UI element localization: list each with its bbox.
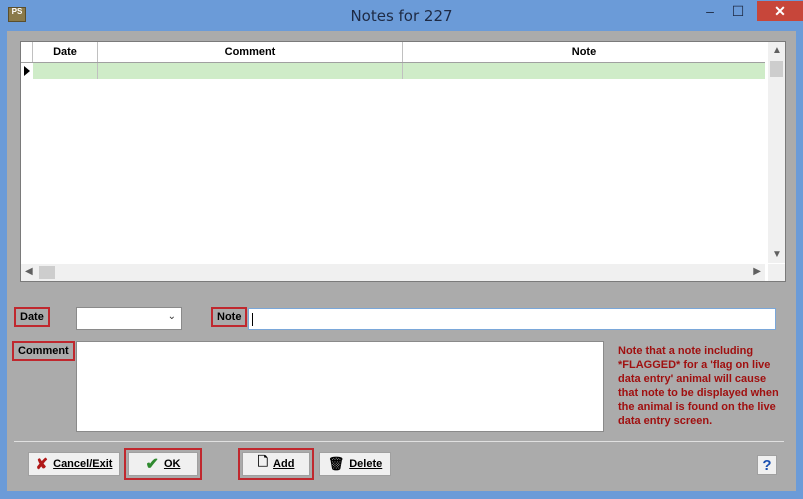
note-label: Note <box>211 307 248 327</box>
cell-note[interactable] <box>403 63 765 79</box>
cancel-x-icon: ✘ <box>35 456 49 473</box>
column-header-comment[interactable]: Comment <box>98 42 403 62</box>
horizontal-scrollbar[interactable]: ◀ ▶ <box>21 264 765 281</box>
cancel-exit-button[interactable]: ✘ Cancel/Exit <box>28 452 120 476</box>
notes-window: PS Notes for 227 – ☐ ✕ Date Comment Note… <box>0 0 803 499</box>
vertical-scroll-thumb[interactable] <box>770 61 783 77</box>
row-indicator-header <box>21 42 33 62</box>
horizontal-scroll-thumb[interactable] <box>39 266 55 279</box>
help-button[interactable]: ? <box>757 455 777 475</box>
ok-label: OK <box>163 458 181 470</box>
client-area: Date Comment Note ▲ ▼ ◀ ▶ Date ⌄ Note Co… <box>7 31 796 491</box>
comment-label: Comment <box>12 341 75 361</box>
flagged-note-warning: Note that a note including *FLAGGED* for… <box>618 345 779 427</box>
row-pointer-icon <box>24 66 30 76</box>
delete-label: Delete <box>349 458 383 470</box>
delete-button[interactable]: 🗑 Delete <box>319 452 391 476</box>
text-caret <box>252 313 253 326</box>
note-field[interactable] <box>248 308 776 330</box>
minimize-button[interactable]: – <box>696 1 724 21</box>
chevron-down-icon[interactable]: ⌄ <box>168 311 176 322</box>
scroll-right-icon[interactable]: ▶ <box>753 266 761 277</box>
maximize-button[interactable]: ☐ <box>724 1 752 21</box>
add-button[interactable]: 🗋 Add <box>238 448 314 480</box>
vertical-scrollbar[interactable]: ▲ ▼ <box>768 42 785 263</box>
grid-header: Date Comment Note <box>21 42 765 63</box>
scroll-corner <box>768 264 785 281</box>
cell-date[interactable] <box>33 63 98 79</box>
trash-can-icon: 🗑 <box>327 456 345 471</box>
date-dropdown[interactable]: ⌄ <box>76 307 182 330</box>
date-label: Date <box>14 307 50 327</box>
column-header-date[interactable]: Date <box>33 42 98 62</box>
window-title: Notes for 227 <box>350 7 453 25</box>
column-header-note[interactable]: Note <box>403 42 765 62</box>
ok-button[interactable]: ✔ OK <box>124 448 202 480</box>
question-mark-icon: ? <box>762 456 772 474</box>
close-button[interactable]: ✕ <box>757 1 803 21</box>
new-document-icon: 🗋 <box>257 454 269 469</box>
checkmark-icon: ✔ <box>145 456 159 473</box>
current-row-indicator <box>21 63 33 79</box>
scroll-left-icon[interactable]: ◀ <box>25 266 33 277</box>
scroll-up-icon[interactable]: ▲ <box>772 45 782 56</box>
scroll-down-icon[interactable]: ▼ <box>772 249 782 260</box>
title-bar[interactable]: PS Notes for 227 – ☐ ✕ <box>0 0 803 31</box>
table-row[interactable] <box>21 63 765 79</box>
comment-field[interactable] <box>76 341 604 432</box>
cell-comment[interactable] <box>98 63 403 79</box>
cancel-exit-label: Cancel/Exit <box>53 458 113 470</box>
notes-grid[interactable]: Date Comment Note ▲ ▼ ◀ ▶ <box>20 41 786 282</box>
add-label: Add <box>273 458 295 470</box>
